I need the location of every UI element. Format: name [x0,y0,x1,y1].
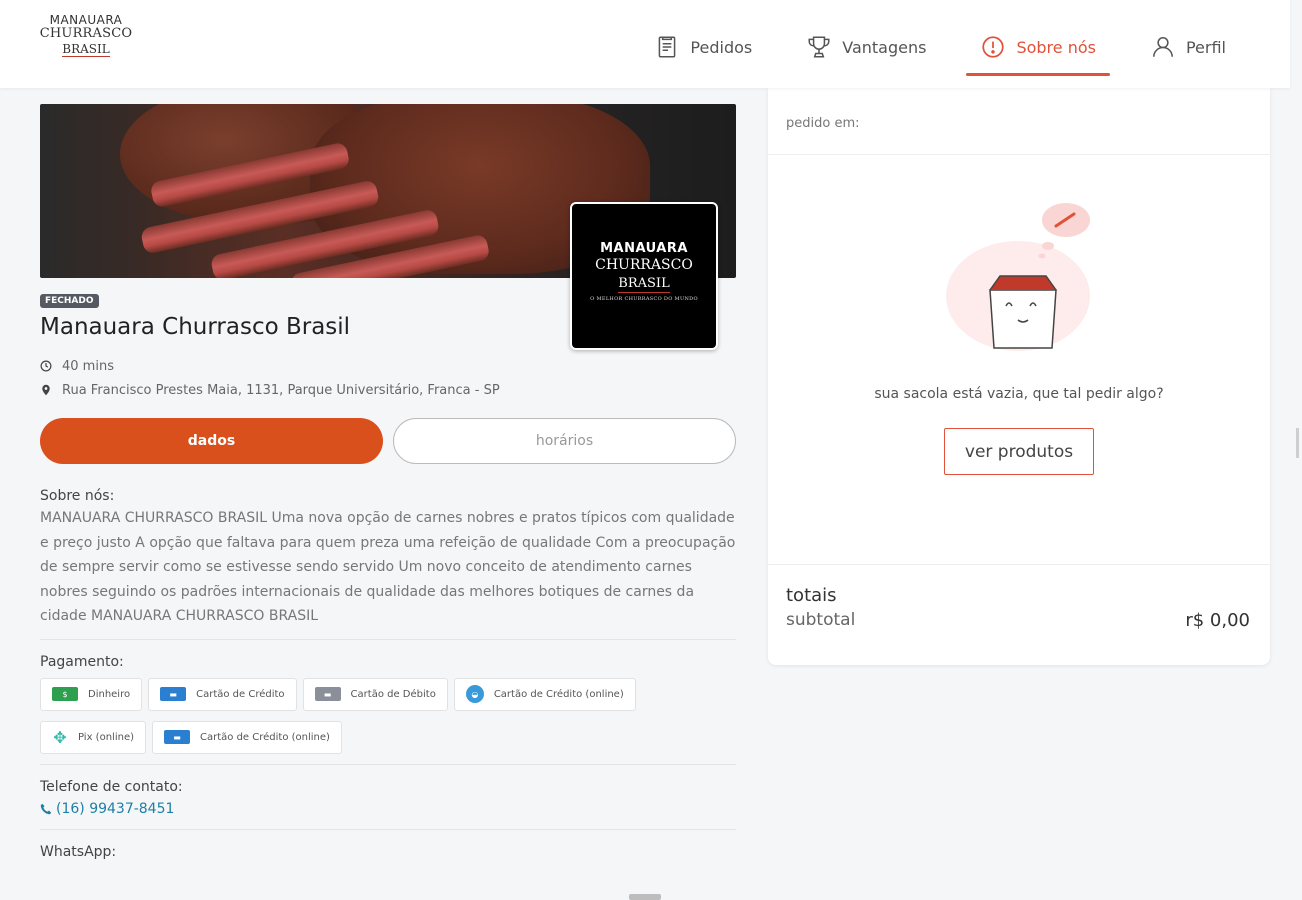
about-text: MANAUARA CHURRASCO BRASIL Uma nova opção… [40,510,736,624]
cash-icon: $ [52,687,78,701]
location-pin-icon [42,384,50,396]
scrollbar-thumb[interactable] [1296,428,1299,458]
payment-label: Cartão de Débito [350,688,436,700]
scroll-handle[interactable] [629,894,661,900]
nav-sobre-nos-label: Sobre nós [1016,37,1096,57]
payment-chip-dinheiro: $ Dinheiro [40,677,143,711]
empty-bag-illustration [946,203,1090,351]
cart-order-at: pedido em: [768,88,1270,155]
payment-label: Cartão de Crédito [196,688,285,700]
logo-line-3: BRASIL [62,42,110,57]
payment-chip-credito-online: ◒ Cartão de Crédito (online) [453,677,636,711]
payment-chip-credito-online-2: ▬ Cartão de Crédito (online) [152,720,342,754]
nav-perfil[interactable]: Perfil [1136,22,1240,72]
whatsapp-title: WhatsApp: [40,843,117,860]
info-icon [982,36,1005,58]
totals-title: totais [786,585,837,606]
payment-chip-pix: ✥ Pix (online) [40,720,146,754]
subtotal-label: subtotal [786,610,856,630]
payment-title: Pagamento: [40,653,124,670]
cart-totals: totais subtotal r$ 0,00 [768,564,1270,631]
payment-chip-debito: ▬ Cartão de Débito [302,677,448,711]
main-nav: Pedidos Vantagens Sobre nós Perfil [614,22,1240,76]
nav-pedidos[interactable]: Pedidos [640,22,766,72]
debit-card-icon: ▬ [314,687,341,701]
cart-empty-message: sua sacola está vazia, que tal pedir alg… [874,386,1164,402]
status-badge: FECHADO [40,294,99,308]
about-title: Sobre nós: [40,488,115,504]
payment-label: Pix (online) [78,731,134,743]
trophy-icon [808,36,830,58]
logo-line-1: MANAUARA [49,13,123,27]
divider [40,763,736,765]
nav-pedidos-label: Pedidos [690,37,753,57]
online-card-icon: ◒ [465,685,484,703]
logo-line-2: CHURRASCO [39,25,133,41]
view-products-button[interactable]: ver produtos [944,428,1094,475]
payment-label: Cartão de Crédito (online) [493,688,624,700]
nav-vantagens-label: Vantagens [842,37,927,57]
subtotal-value: r$ 0,00 [1185,610,1250,631]
phone-link[interactable]: (16) 99437-8451 [40,801,736,817]
phone-number: (16) 99437-8451 [56,800,175,817]
orders-icon [659,36,676,58]
phone-icon [40,803,52,814]
store-logo-line-3: BRASIL [618,276,670,293]
subtotal-row: subtotal r$ 0,00 [786,610,1250,631]
divider [40,828,736,830]
store-logo-line-2: CHURRASCO [595,256,693,273]
delivery-time: 40 mins [62,358,114,374]
nav-sobre-nos[interactable]: Sobre nós [966,22,1110,76]
payment-chip-credito: ▬ Cartão de Crédito [148,677,297,711]
top-bar: MANAUARA CHURRASCO BRASIL Pedidos Vantag… [0,0,1290,88]
store-logo: MANAUARA CHURRASCO BRASIL O MELHOR CHURR… [570,202,718,350]
info-tabs: dados horários [40,418,736,464]
brand-logo[interactable]: MANAUARA CHURRASCO BRASIL [38,14,134,57]
clock-icon [40,360,52,372]
store-logo-tagline: O MELHOR CHURRASCO DO MUNDO [590,295,698,302]
nav-vantagens[interactable]: Vantagens [792,22,940,72]
payment-methods: $ Dinheiro ▬ Cartão de Crédito ▬ Cartão … [40,677,736,764]
user-icon [1153,37,1173,57]
credit-card-icon: ▬ [164,730,190,744]
tab-horarios[interactable]: horários [393,418,736,464]
credit-card-icon: ▬ [160,687,187,701]
store-meta: 40 mins Rua Francisco Prestes Maia, 1131… [40,354,736,402]
payment-label: Dinheiro [88,688,131,700]
tab-dados[interactable]: dados [40,418,383,464]
store-details: MANAUARA CHURRASCO BRASIL O MELHOR CHURR… [40,88,736,860]
cart-panel: pedido em: sua sacola está vazia, que ta… [768,88,1270,665]
divider [40,638,736,640]
pix-icon: ✥ [53,727,67,747]
payment-label: Cartão de Crédito (online) [200,731,330,743]
nav-perfil-label: Perfil [1185,37,1226,57]
store-address: Rua Francisco Prestes Maia, 1131, Parque… [62,382,500,398]
store-logo-line-1: MANAUARA [600,241,688,256]
contact-title: Telefone de contato: [40,778,183,795]
